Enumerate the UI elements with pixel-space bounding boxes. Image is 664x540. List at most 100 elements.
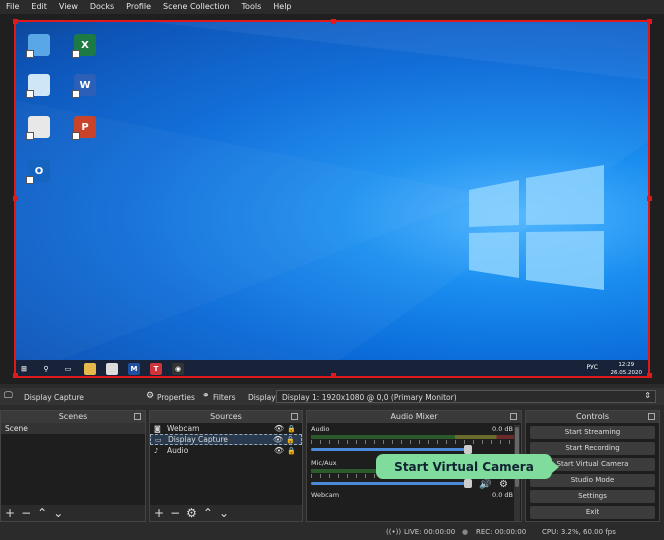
menu-docks[interactable]: Docks bbox=[84, 0, 120, 14]
move-down-icon[interactable]: ⌄ bbox=[53, 506, 63, 520]
move-up-icon[interactable]: ⌃ bbox=[37, 506, 47, 520]
source-item[interactable]: ◙ Webcam 👁 🔒 bbox=[150, 423, 302, 434]
selected-source-name: Display Capture bbox=[24, 393, 84, 402]
start-recording-button[interactable]: Start Recording bbox=[530, 442, 655, 455]
exit-button[interactable]: Exit bbox=[530, 506, 655, 519]
channel-name: Mic/Aux bbox=[311, 459, 337, 467]
volume-slider[interactable] bbox=[311, 445, 472, 454]
display-label: Display bbox=[248, 393, 276, 402]
undock-icon[interactable] bbox=[291, 413, 298, 420]
add-scene-icon[interactable]: + bbox=[5, 506, 15, 520]
clock-date: 26.05.2020 bbox=[610, 370, 643, 376]
task-view-icon[interactable]: ▭ bbox=[62, 363, 74, 375]
sources-dock: Sources ◙ Webcam 👁 🔒 ▭ Display Capture 👁 🔒 ♪ Audi… bbox=[149, 410, 303, 522]
taskbar: ⊞ ⚲ ▭ M T ◉ РУС 12:29 26.05.2020 bbox=[14, 360, 650, 378]
settings-button[interactable]: Settings bbox=[530, 490, 655, 503]
display-select-value: Display 1: 1920x1080 @ 0,0 (Primary Moni… bbox=[282, 393, 457, 402]
rec-time: REC: 00:00:00 bbox=[476, 528, 527, 536]
explorer-icon[interactable] bbox=[84, 363, 96, 375]
start-streaming-button[interactable]: Start Streaming bbox=[530, 426, 655, 439]
display-select[interactable]: Display 1: 1920x1080 @ 0,0 (Primary Moni… bbox=[276, 390, 656, 403]
menu-help[interactable]: Help bbox=[267, 0, 297, 14]
lock-icon[interactable]: 🔒 bbox=[287, 447, 296, 455]
language-indicator: РУС bbox=[586, 364, 598, 371]
windows-wallpaper bbox=[14, 20, 650, 378]
recycle-bin-icon[interactable] bbox=[26, 74, 50, 98]
t-app-icon[interactable]: T bbox=[150, 363, 162, 375]
outlook-icon[interactable]: O bbox=[26, 160, 50, 184]
menu-edit[interactable]: Edit bbox=[25, 0, 53, 14]
filter-icon: ⚭ bbox=[202, 391, 210, 401]
filters-button[interactable]: Filters bbox=[213, 393, 235, 402]
gear-icon: ⚙ bbox=[146, 391, 155, 401]
mixer-title: Audio Mixer bbox=[307, 411, 521, 423]
tray-clock: 12:29 26.05.2020 bbox=[611, 361, 643, 377]
computer-icon[interactable] bbox=[26, 34, 50, 58]
scenes-footer: + − ⌃ ⌄ bbox=[1, 505, 145, 521]
menu-tools[interactable]: Tools bbox=[236, 0, 268, 14]
source-item[interactable]: ♪ Audio 👁 🔒 bbox=[150, 445, 302, 456]
obs-icon[interactable]: ◉ bbox=[172, 363, 184, 375]
visibility-eye-icon[interactable]: 👁 bbox=[273, 435, 283, 444]
excel-icon-glyph: X bbox=[81, 39, 89, 51]
malwarebytes-icon[interactable]: M bbox=[128, 363, 140, 375]
powerpoint-icon[interactable]: P bbox=[72, 116, 96, 140]
search-icon[interactable]: ⚲ bbox=[40, 363, 52, 375]
lock-icon[interactable]: 🔒 bbox=[286, 436, 295, 444]
preview-area[interactable]: X W P O ⊞ ⚲ ▭ M T ◉ РУС 12:29 26.05.2020 bbox=[0, 14, 664, 384]
move-down-icon[interactable]: ⌄ bbox=[219, 506, 229, 520]
remove-scene-icon[interactable]: − bbox=[21, 506, 31, 520]
channel-db: 0.0 dB bbox=[492, 425, 513, 433]
volume-knob[interactable] bbox=[463, 445, 472, 454]
source-label: Audio bbox=[167, 446, 189, 455]
chevron-updown-icon: ⇕ bbox=[644, 391, 651, 400]
volume-knob[interactable] bbox=[463, 479, 472, 488]
menu-bar: File Edit View Docks Profile Scene Collection… bbox=[0, 0, 664, 14]
lock-icon[interactable]: 🔒 bbox=[287, 425, 296, 433]
source-item[interactable]: ▭ Display Capture 👁 🔒 bbox=[150, 434, 302, 445]
monitor-icon: ▭ bbox=[155, 435, 162, 444]
live-time: LIVE: 00:00:00 bbox=[404, 528, 456, 536]
monitor-icon: 🖵 bbox=[4, 391, 13, 401]
sources-title-text: Sources bbox=[210, 412, 242, 421]
status-bar: ((•)) LIVE: 00:00:00 ● REC: 00:00:00 CPU… bbox=[0, 524, 664, 540]
add-source-icon[interactable]: + bbox=[154, 506, 164, 520]
undock-icon[interactable] bbox=[648, 413, 655, 420]
shortcut-arrow-icon bbox=[26, 50, 34, 58]
remove-source-icon[interactable]: − bbox=[170, 506, 180, 520]
desktop-capture: X W P O ⊞ ⚲ ▭ M T ◉ РУС 12:29 26.05.2020 bbox=[14, 20, 650, 378]
shortcut-arrow-icon bbox=[26, 176, 34, 184]
shortcut-arrow-icon bbox=[72, 90, 80, 98]
properties-button[interactable]: Properties bbox=[157, 393, 195, 402]
chrome-icon[interactable] bbox=[26, 116, 50, 140]
chrome-task-icon[interactable] bbox=[106, 363, 118, 375]
menu-file[interactable]: File bbox=[0, 0, 25, 14]
scene-item[interactable]: Scene bbox=[1, 423, 145, 434]
volume-slider[interactable] bbox=[311, 479, 472, 488]
source-toolbar: 🖵 Display Capture ⚙ Properties ⚭ Filters… bbox=[0, 388, 664, 405]
excel-icon[interactable]: X bbox=[72, 34, 96, 58]
record-icon: ● bbox=[462, 528, 469, 536]
visibility-eye-icon[interactable]: 👁 bbox=[274, 424, 284, 433]
word-icon[interactable]: W bbox=[72, 74, 96, 98]
undock-icon[interactable] bbox=[510, 413, 517, 420]
mixer-channel-webcam: Webcam 0.0 dB bbox=[307, 489, 521, 501]
powerpoint-icon-glyph: P bbox=[81, 121, 89, 133]
outlook-icon-glyph: O bbox=[34, 165, 44, 177]
source-label: Webcam bbox=[167, 424, 200, 433]
visibility-eye-icon[interactable]: 👁 bbox=[274, 446, 284, 455]
sources-title: Sources bbox=[150, 411, 302, 423]
meter-scale bbox=[311, 440, 517, 444]
start-icon[interactable]: ⊞ bbox=[18, 363, 30, 375]
move-up-icon[interactable]: ⌃ bbox=[203, 506, 213, 520]
mic-icon: ♪ bbox=[154, 446, 159, 455]
source-properties-icon[interactable]: ⚙ bbox=[186, 506, 197, 520]
undock-icon[interactable] bbox=[134, 413, 141, 420]
clock-time: 12:29 bbox=[618, 362, 635, 368]
channel-name: Audio bbox=[311, 425, 330, 433]
menu-profile[interactable]: Profile bbox=[120, 0, 157, 14]
level-meter bbox=[311, 435, 517, 439]
shortcut-arrow-icon bbox=[72, 50, 80, 58]
menu-scene-collection[interactable]: Scene Collection bbox=[157, 0, 236, 14]
menu-view[interactable]: View bbox=[53, 0, 84, 14]
